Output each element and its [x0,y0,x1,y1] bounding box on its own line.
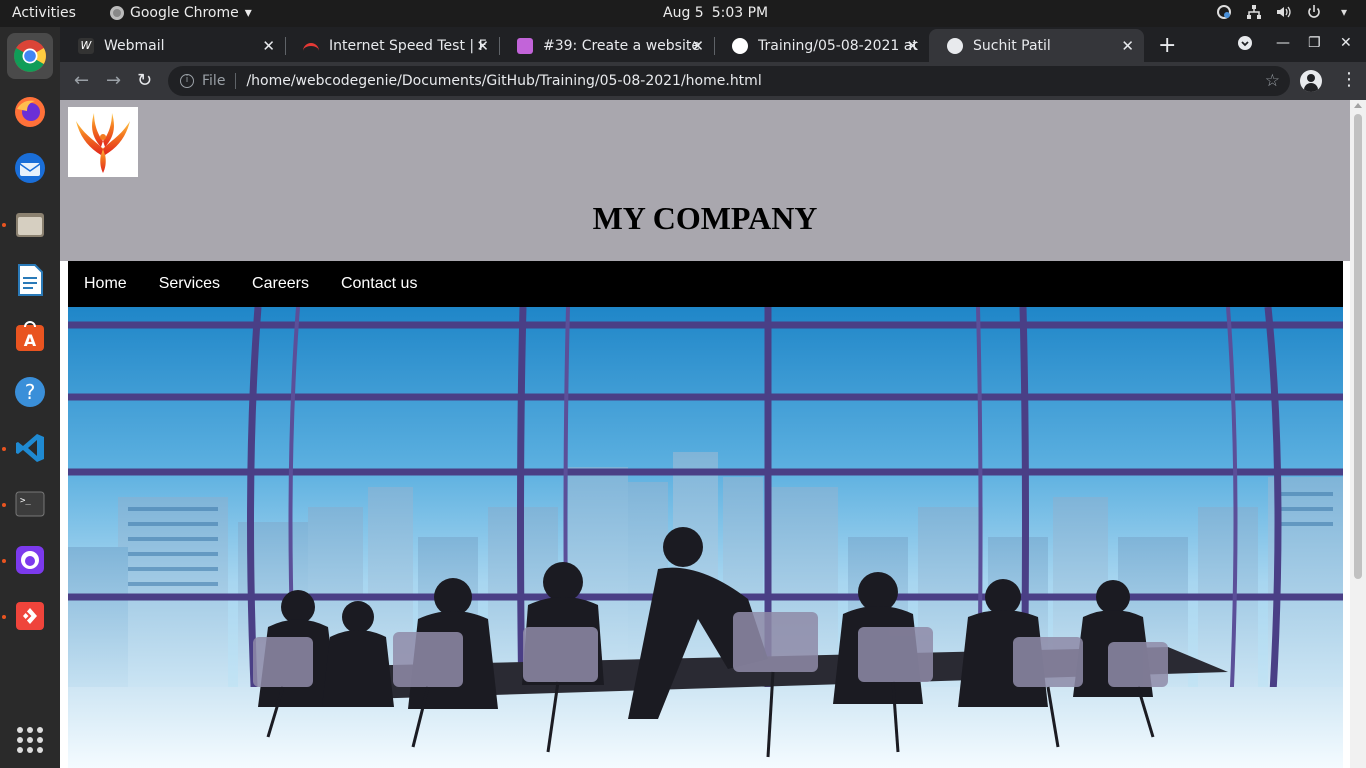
tab-speedtest[interactable]: Internet Speed Test | F ✕ [285,29,500,62]
update-icon[interactable] [1216,4,1232,20]
hero-image [68,307,1343,768]
forward-icon[interactable]: → [106,70,121,91]
company-name: MY COMPANY [592,200,818,236]
github-issue-icon [517,37,533,54]
nav-home[interactable]: Home [84,275,127,293]
dock-help[interactable]: ? [7,369,53,415]
firefox-icon [15,97,45,127]
url-scheme: File [202,73,226,89]
software-store-icon: A [16,321,44,351]
page-scrollbar[interactable] [1350,100,1366,768]
vscode-icon [16,434,44,462]
svg-text:?: ? [25,380,36,404]
svg-text:A: A [24,331,37,350]
close-icon[interactable]: ✕ [476,37,489,55]
profile-avatar-icon[interactable] [1300,70,1322,92]
speedtest-icon [303,43,319,52]
power-icon[interactable] [1306,4,1322,20]
tab-title: Suchit Patil [973,37,1051,54]
dock-github-desktop[interactable] [7,537,53,583]
app-menu-label: Google Chrome [130,5,239,21]
globe-icon [947,37,963,54]
tab-training[interactable]: Training/05-08-2021 at ✕ [714,29,929,62]
address-bar[interactable]: i File /home/webcodegenie/Documents/GitH… [168,66,1290,96]
chrome-icon [14,40,46,72]
company-logo [68,107,138,177]
show-applications-icon[interactable] [17,727,43,753]
writer-icon [18,264,43,296]
url-text[interactable]: /home/webcodegenie/Documents/GitHub/Trai… [246,73,761,89]
github-desktop-icon [16,546,44,574]
scrollbar-thumb[interactable] [1354,114,1362,579]
tab-search-icon[interactable] [1237,35,1253,55]
new-tab-button[interactable]: + [1158,33,1176,58]
site-navbar: Home Services Careers Contact us [68,261,1343,307]
chrome-window: W Webmail ✕ Internet Speed Test | F ✕ #3… [60,27,1366,768]
maximize-icon[interactable]: ❐ [1308,35,1321,51]
close-icon[interactable]: ✕ [906,37,919,55]
close-icon[interactable]: ✕ [1121,37,1134,55]
dock-anydesk[interactable] [7,593,53,639]
system-tray[interactable]: ▾ [1216,4,1352,20]
chrome-app-icon [110,6,124,20]
system-menu-arrow-icon[interactable]: ▾ [1336,4,1352,20]
page-viewport: MY COMPANY Home Services Careers Contact… [60,100,1366,768]
clock-time: 5:03 PM [711,5,769,21]
tab-title: Training/05-08-2021 at [758,37,918,54]
close-icon[interactable]: ✕ [691,37,704,55]
info-icon[interactable]: i [180,74,194,88]
minimize-icon[interactable]: — [1276,35,1290,51]
tab-title: #39: Create a website [543,37,700,54]
divider [235,73,237,89]
help-icon: ? [15,377,45,407]
toolbar: ← → ↻ i File /home/webcodegenie/Document… [60,62,1366,100]
dock-vscode[interactable] [7,425,53,471]
phoenix-logo-icon [76,113,130,173]
dock-chrome[interactable] [7,33,53,79]
tab-strip: W Webmail ✕ Internet Speed Test | F ✕ #3… [60,27,1366,62]
svg-text:>_: >_ [20,496,31,506]
nav-services[interactable]: Services [159,275,220,293]
close-icon[interactable]: ✕ [262,37,275,55]
terminal-icon: >_ [15,491,45,517]
tab-title: Internet Speed Test | F [329,37,487,54]
reload-icon[interactable]: ↻ [137,70,152,91]
dock-ubuntu-software[interactable]: A [7,313,53,359]
nav-careers[interactable]: Careers [252,275,309,293]
github-icon [732,37,748,54]
dropdown-arrow-icon: ▾ [244,5,252,21]
files-icon [16,213,44,237]
dock-writer[interactable] [7,257,53,303]
tab-webmail[interactable]: W Webmail ✕ [60,29,286,62]
volume-icon[interactable] [1276,4,1292,20]
dock: A ? >_ [0,27,60,768]
dock-terminal[interactable]: >_ [7,481,53,527]
dock-files[interactable] [7,201,53,247]
tab-suchit-patil[interactable]: Suchit Patil ✕ [929,29,1144,62]
bookmark-star-icon[interactable]: ☆ [1265,71,1280,91]
clock-date: Aug 5 [663,5,704,21]
scroll-up-arrow-icon[interactable] [1354,103,1362,108]
tab-issue[interactable]: #39: Create a website ✕ [499,29,715,62]
dock-thunderbird[interactable] [7,145,53,191]
system-top-bar: Activities Google Chrome ▾ Aug 5 5:03 PM … [0,0,1366,27]
anydesk-icon [16,602,44,630]
site-header: MY COMPANY [60,100,1350,261]
menu-kebab-icon[interactable]: ⋮ [1340,69,1358,90]
thunderbird-icon [15,153,45,183]
office-meeting-illustration [68,307,1343,768]
app-menu[interactable]: Google Chrome ▾ [110,5,252,21]
dock-firefox[interactable] [7,89,53,135]
back-icon[interactable]: ← [74,70,89,91]
activities-button[interactable]: Activities [12,5,76,21]
clock[interactable]: Aug 5 5:03 PM [663,5,768,21]
tab-title: Webmail [104,37,165,54]
nav-contact-us[interactable]: Contact us [341,275,417,293]
webmail-icon: W [78,37,94,54]
close-window-icon[interactable]: ✕ [1340,35,1352,51]
network-icon[interactable] [1246,4,1262,20]
